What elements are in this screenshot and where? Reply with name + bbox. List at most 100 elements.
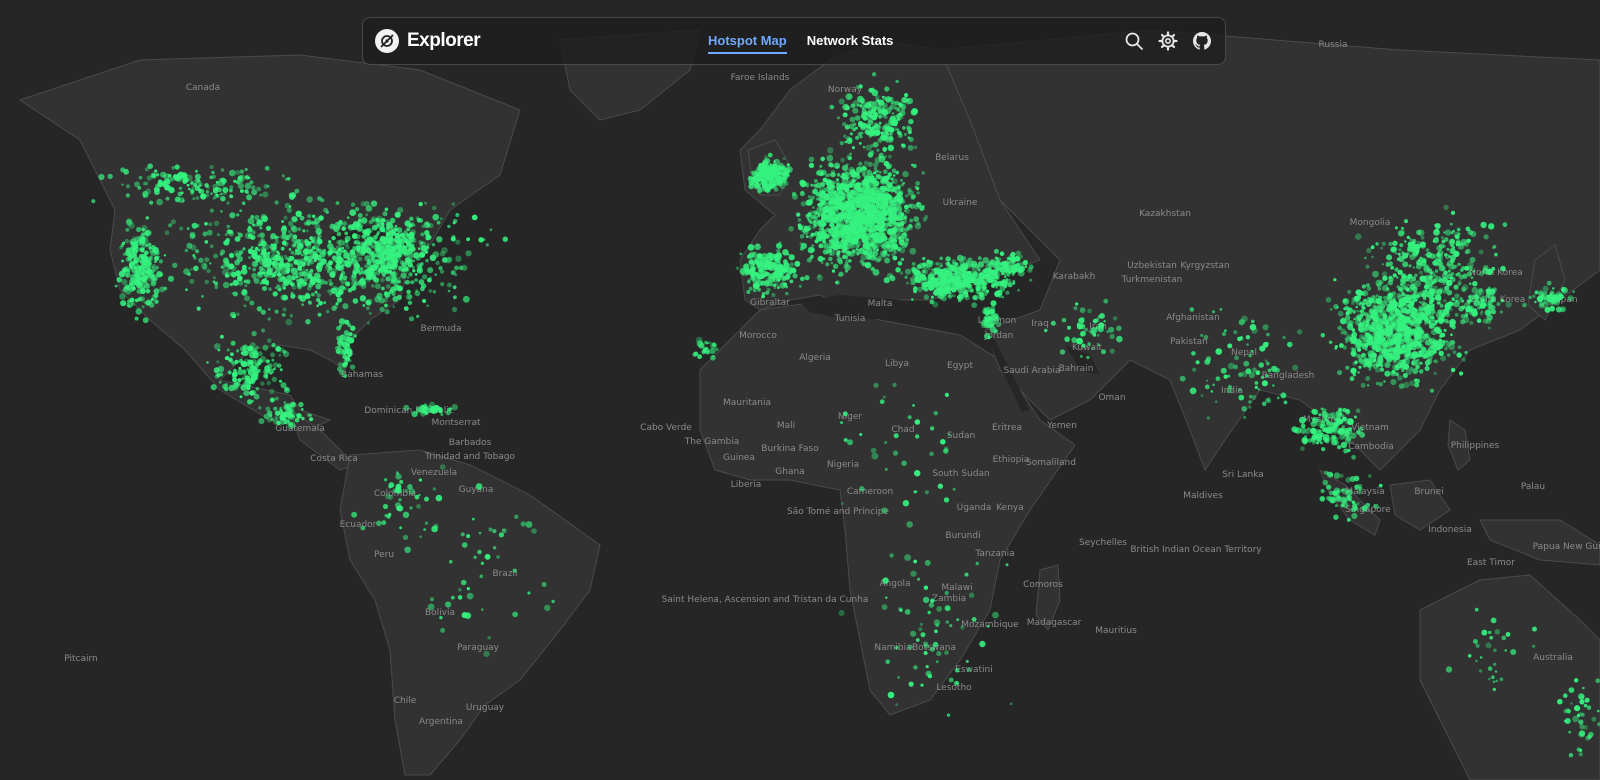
hotspot-dot <box>295 246 300 251</box>
hotspot-dot <box>312 245 316 250</box>
hotspot-dot <box>308 282 313 288</box>
hotspot-dot <box>871 126 875 130</box>
hotspot-dot <box>906 98 910 102</box>
hotspot-dot <box>844 189 849 193</box>
map-label: Montserrat <box>431 418 480 428</box>
hotspot-dot <box>373 266 376 270</box>
hotspot-dot <box>856 234 860 238</box>
hotspot-dot <box>310 221 315 225</box>
hotspot-dot <box>821 228 828 235</box>
hotspot-dot <box>485 243 489 247</box>
hotspot-dot <box>230 265 237 272</box>
hotspot-dot <box>852 100 860 107</box>
hotspot-dot <box>435 260 440 266</box>
hotspot-dot <box>921 282 926 287</box>
hotspot-dot <box>294 259 297 262</box>
hotspot-dot <box>302 229 306 233</box>
hotspot-dot <box>1076 322 1080 326</box>
hotspot-dot <box>792 273 798 279</box>
australia-landmass <box>1419 574 1600 780</box>
hotspot-dot <box>902 170 909 178</box>
map-label: Paraguay <box>457 643 500 653</box>
hotspot-dot <box>299 271 304 277</box>
world-map[interactable]: RussiaCanadaFaroe IslandsKazakhstanMongo… <box>0 0 1600 780</box>
map-label: Papua New Guinea <box>1533 542 1600 552</box>
hotspot-dot <box>403 306 409 311</box>
hotspot-dot <box>1064 336 1070 342</box>
hotspot-dot <box>324 280 328 285</box>
hotspot-dot <box>136 287 143 295</box>
hotspot-dot <box>246 194 253 201</box>
hotspot-dot <box>247 217 255 225</box>
hotspot-dot <box>345 332 351 339</box>
hotspot-dot <box>290 291 294 295</box>
hotspot-dot <box>982 320 987 325</box>
hotspot-dot <box>960 265 967 273</box>
hotspot-dot <box>900 200 903 203</box>
hotspot-dot <box>810 254 814 259</box>
hotspot-dot <box>353 334 357 338</box>
hotspot-dot <box>945 263 951 269</box>
hotspot-dot <box>290 293 296 299</box>
hotspot-dot <box>136 226 142 233</box>
hotspot-dot <box>239 174 246 182</box>
hotspot-dot <box>750 273 756 278</box>
hotspot-dot <box>408 223 413 228</box>
hotspot-dot <box>921 268 929 275</box>
hotspot-dot <box>868 129 875 137</box>
hotspot-dot <box>851 206 856 210</box>
hotspot-dot <box>810 244 815 248</box>
hotspot-dot <box>306 196 313 203</box>
hotspot-dot <box>999 251 1005 256</box>
hotspot-dot <box>119 245 123 250</box>
hotspot-dot <box>972 294 979 301</box>
hotspot-dot <box>932 301 939 308</box>
hotspot-dot <box>914 274 920 280</box>
map-label: Pakistan <box>1170 337 1208 347</box>
hotspot-dot <box>744 267 748 272</box>
hotspot-dot <box>297 266 302 271</box>
hotspot-dot <box>776 278 781 282</box>
hotspot-dot <box>149 200 154 205</box>
hotspot-dot <box>768 170 772 174</box>
hotspot-dot <box>917 286 923 293</box>
hotspot-dot <box>154 256 159 261</box>
hotspot-dot <box>863 123 867 127</box>
hotspot-dot <box>261 328 266 333</box>
hotspot-dot <box>125 184 131 189</box>
hotspot-dot <box>878 152 884 158</box>
hotspot-dot <box>1325 297 1332 303</box>
hotspot-dot <box>296 239 302 244</box>
hotspot-dot <box>1014 255 1021 262</box>
hotspot-dot <box>209 175 213 180</box>
hotspot-dot <box>1390 379 1397 386</box>
hotspot-dot <box>307 214 312 218</box>
hotspot-dot <box>390 264 395 269</box>
hotspot-dot <box>778 241 782 244</box>
hotspot-dot <box>366 259 372 265</box>
map-label: Kyrgyzstan <box>1180 261 1229 271</box>
hotspot-dot <box>897 212 904 219</box>
hotspot-dot <box>1002 279 1006 282</box>
hotspot-dot <box>877 99 882 104</box>
hotspot-dot <box>891 112 895 115</box>
hotspot-dot <box>183 268 190 275</box>
hotspot-dot <box>372 224 378 231</box>
hotspot-dot <box>836 116 840 120</box>
hotspot-dot <box>365 247 372 254</box>
hotspot-dot <box>268 308 271 311</box>
hotspot-dot <box>1081 343 1086 348</box>
hotspot-dot <box>244 232 252 239</box>
hotspot-dot <box>374 296 381 303</box>
hotspot-dot <box>385 270 390 275</box>
hotspot-dot <box>229 229 234 234</box>
hotspot-dot <box>392 305 395 308</box>
map-label: Palau <box>1521 482 1545 492</box>
hotspot-dot <box>414 290 421 297</box>
hotspot-dot <box>143 252 147 255</box>
hotspot-dot <box>887 119 894 126</box>
hotspot-dot <box>854 115 861 121</box>
hotspot-dot <box>202 231 208 237</box>
hotspot-dot <box>977 293 984 300</box>
hotspot-dot <box>381 238 389 245</box>
